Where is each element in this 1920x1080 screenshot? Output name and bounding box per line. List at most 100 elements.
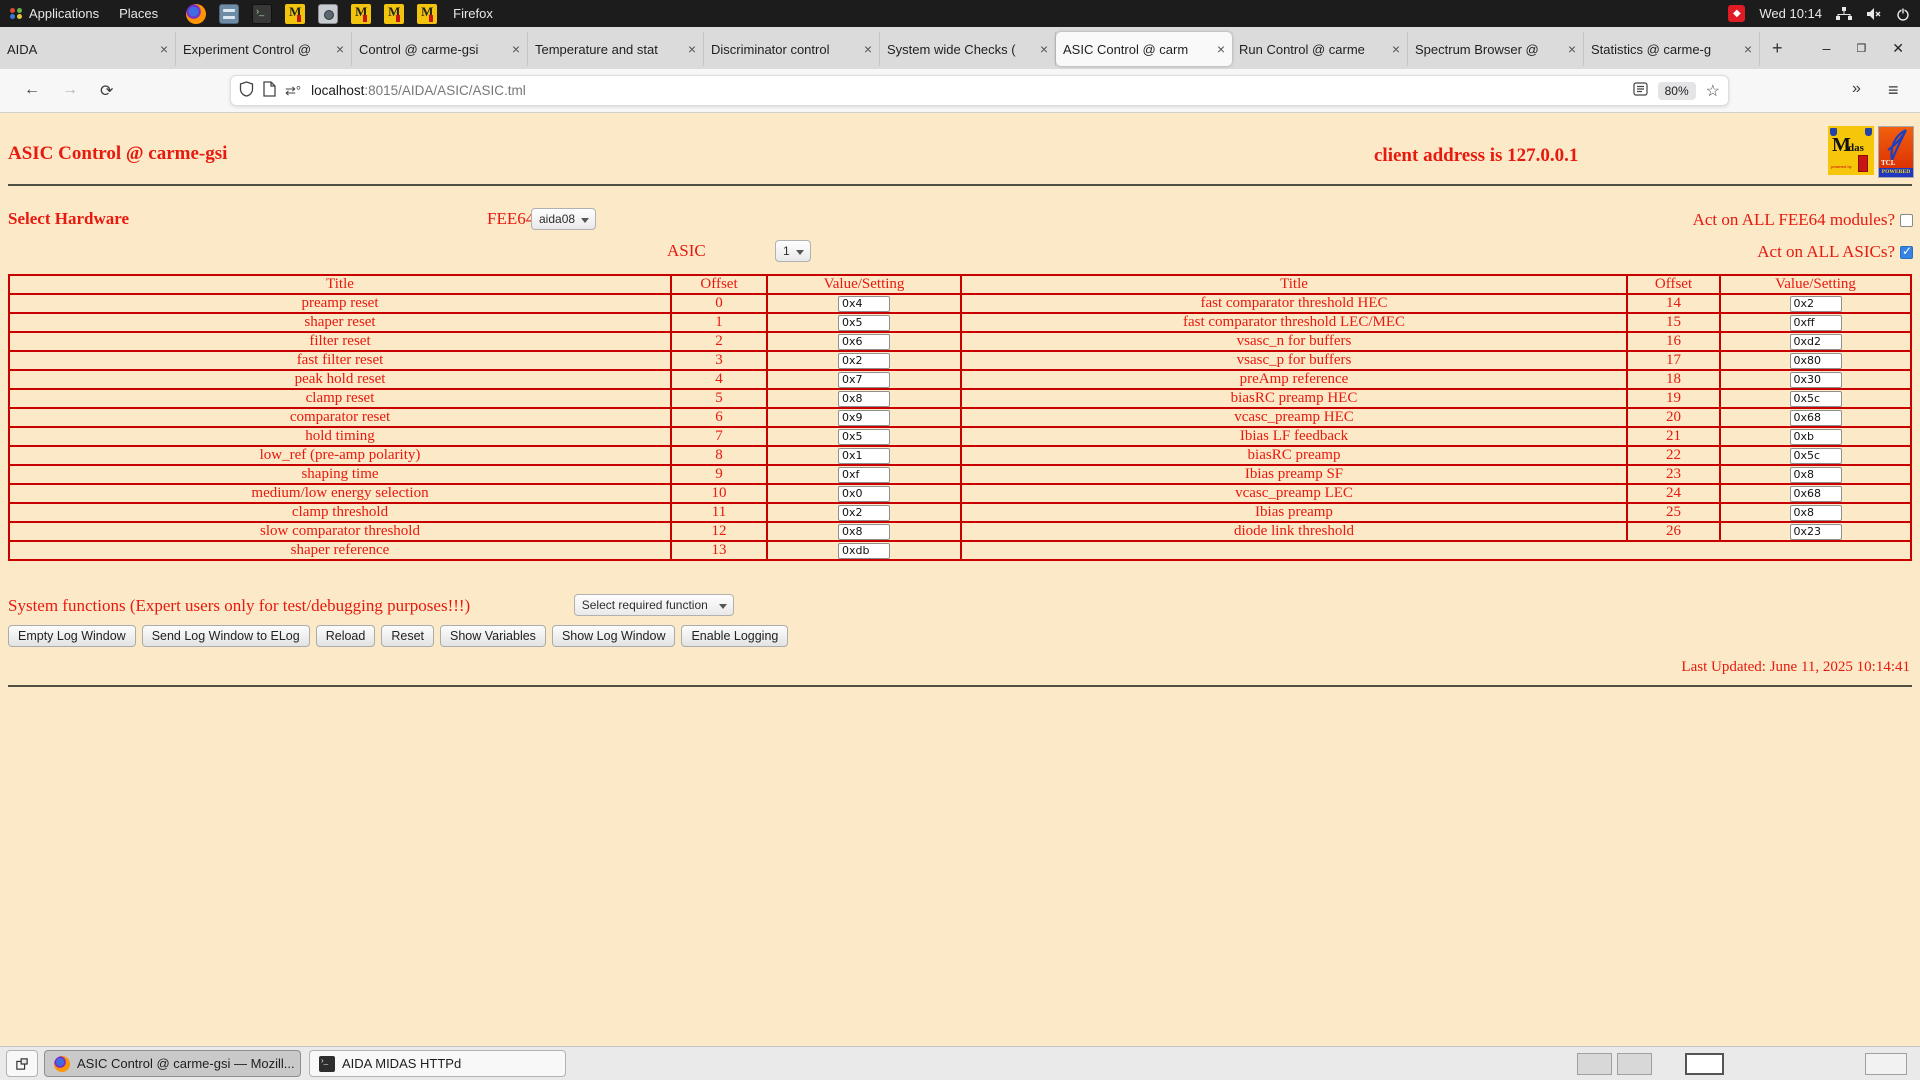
register-value-input[interactable] (1790, 315, 1842, 331)
browser-tab[interactable]: Spectrum Browser @× (1408, 32, 1584, 66)
tab-close-icon[interactable]: × (160, 41, 168, 57)
workspace-active[interactable] (1685, 1053, 1724, 1075)
browser-tab[interactable]: Run Control @ carme× (1232, 32, 1408, 66)
system-functions-select[interactable]: Select required function (574, 594, 734, 616)
register-value-input[interactable] (838, 467, 890, 483)
browser-tab[interactable]: Discriminator control× (704, 32, 880, 66)
register-value-input[interactable] (1790, 429, 1842, 445)
tab-close-icon[interactable]: × (688, 41, 696, 57)
permissions-icon[interactable]: ⇄° (285, 83, 301, 99)
browser-tab[interactable]: ASIC Control @ carm× (1056, 32, 1232, 66)
register-value-input[interactable] (1790, 353, 1842, 369)
workspace-2[interactable] (1617, 1053, 1652, 1075)
browser-tab[interactable]: Temperature and stat× (528, 32, 704, 66)
action-button-reload[interactable]: Reload (316, 625, 376, 647)
action-button-show-variables[interactable]: Show Variables (440, 625, 546, 647)
volume-muted-icon[interactable] (1866, 7, 1882, 21)
action-button-show-log-window[interactable]: Show Log Window (552, 625, 676, 647)
register-value-input[interactable] (838, 353, 890, 369)
bookmark-star-icon[interactable]: ☆ (1706, 81, 1720, 101)
clock[interactable]: Wed 10:14 (1759, 6, 1822, 21)
register-value-input[interactable] (1790, 334, 1842, 350)
midas-launcher-icon[interactable] (417, 4, 437, 24)
tab-close-icon[interactable]: × (512, 41, 520, 57)
forward-button[interactable]: → (62, 81, 78, 99)
register-value-input[interactable] (1790, 524, 1842, 540)
network-icon[interactable] (1836, 7, 1852, 21)
tab-close-icon[interactable]: × (1392, 41, 1400, 57)
page-info-icon[interactable] (263, 81, 276, 100)
tab-close-icon[interactable]: × (1217, 41, 1225, 57)
show-desktop-button[interactable] (6, 1050, 38, 1077)
midas-logo[interactable]: M idas powered by (1828, 126, 1874, 175)
workspace-1[interactable] (1577, 1053, 1612, 1075)
register-value-input[interactable] (838, 486, 890, 502)
browser-tab[interactable]: Control @ carme-gsi× (352, 32, 528, 66)
new-tab-button[interactable]: + (1760, 38, 1795, 59)
register-value-input[interactable] (1790, 448, 1842, 464)
tab-close-icon[interactable]: × (336, 41, 344, 57)
register-value-input[interactable] (838, 429, 890, 445)
register-value-input[interactable] (838, 505, 890, 521)
reload-button[interactable]: ⟳ (100, 81, 113, 101)
register-value-input[interactable] (1790, 486, 1842, 502)
tab-close-icon[interactable]: × (1568, 41, 1576, 57)
register-value-input[interactable] (1790, 467, 1842, 483)
register-value-input[interactable] (838, 372, 890, 388)
browser-tab[interactable]: Experiment Control @× (176, 32, 352, 66)
url-bar[interactable]: ⇄° localhost:8015/AIDA/ASIC/ASIC.tml 80%… (230, 75, 1729, 106)
reader-mode-icon[interactable] (1633, 82, 1648, 99)
act-on-all-asics-checkbox[interactable] (1900, 246, 1913, 259)
window-maximize-button[interactable]: ❐ (1856, 42, 1866, 55)
register-value-input[interactable] (838, 448, 890, 464)
midas-launcher-icon[interactable] (351, 4, 371, 24)
action-button-empty-log-window[interactable]: Empty Log Window (8, 625, 136, 647)
register-value-input[interactable] (1790, 296, 1842, 312)
taskbar-window-button[interactable]: ASIC Control @ carme-gsi — Mozill... (44, 1050, 301, 1077)
register-value-input[interactable] (838, 543, 890, 559)
register-value-input[interactable] (1790, 505, 1842, 521)
back-button[interactable]: ← (24, 81, 40, 99)
register-value-input[interactable] (1790, 391, 1842, 407)
midas-launcher-icon[interactable] (384, 4, 404, 24)
zoom-level-button[interactable]: 80% (1658, 82, 1696, 100)
screenshot-launcher-icon[interactable] (318, 4, 338, 24)
url-text[interactable]: localhost:8015/AIDA/ASIC/ASIC.tml (311, 83, 526, 98)
taskbar-window-button[interactable]: AIDA MIDAS HTTPd (309, 1050, 566, 1077)
window-minimize-button[interactable]: – (1823, 40, 1831, 56)
action-button-send-log-window-to-elog[interactable]: Send Log Window to ELog (142, 625, 310, 647)
register-value-input[interactable] (838, 315, 890, 331)
midas-launcher-icon[interactable] (285, 4, 305, 24)
applications-menu[interactable]: Applications (0, 0, 109, 27)
browser-tab[interactable]: System wide Checks (× (880, 32, 1056, 66)
register-value-input[interactable] (838, 334, 890, 350)
action-button-enable-logging[interactable]: Enable Logging (681, 625, 788, 647)
tab-close-icon[interactable]: × (1040, 41, 1048, 57)
register-value-input[interactable] (838, 524, 890, 540)
workspace-4[interactable] (1865, 1053, 1907, 1075)
tcl-powered-logo[interactable]: TCL POWERED (1878, 126, 1914, 178)
shield-icon[interactable] (239, 81, 254, 100)
register-value-input[interactable] (1790, 410, 1842, 426)
act-on-all-fee64-checkbox[interactable] (1900, 214, 1913, 227)
asic-select[interactable]: 1 (775, 240, 811, 262)
file-manager-launcher-icon[interactable] (219, 4, 239, 24)
action-button-reset[interactable]: Reset (381, 625, 434, 647)
fee64-select[interactable]: aida08 (531, 208, 596, 230)
tab-close-icon[interactable]: × (1744, 41, 1752, 57)
toolbar-overflow-icon[interactable]: » (1852, 80, 1861, 98)
notification-icon[interactable]: ◆ (1728, 5, 1745, 22)
register-value-input[interactable] (838, 410, 890, 426)
browser-tab[interactable]: Statistics @ carme-g× (1584, 32, 1760, 66)
register-value-input[interactable] (838, 296, 890, 312)
places-menu[interactable]: Places (109, 0, 168, 27)
hamburger-menu-icon[interactable]: ≡ (1888, 80, 1899, 101)
window-close-button[interactable]: ✕ (1892, 40, 1904, 57)
power-icon[interactable] (1896, 7, 1910, 21)
focused-app-name[interactable]: Firefox (453, 6, 493, 21)
browser-tab[interactable]: AIDA× (0, 32, 176, 66)
register-value-input[interactable] (838, 391, 890, 407)
tab-close-icon[interactable]: × (864, 41, 872, 57)
terminal-launcher-icon[interactable] (252, 4, 272, 24)
register-value-input[interactable] (1790, 372, 1842, 388)
